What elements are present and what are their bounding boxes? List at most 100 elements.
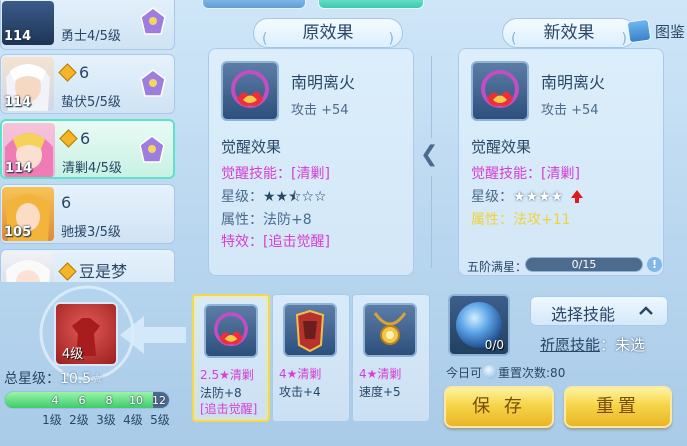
hero-row[interactable]: 114 勇士4/5级 [0,0,175,50]
total-star-label: 总星级： [4,371,60,387]
wish-skill: 祈愿技能：未选 [540,334,645,355]
rank-badge-icon [140,69,166,97]
tab-right[interactable] [318,0,424,9]
hero-row[interactable]: 105 6 驰援3/5级 [0,184,175,244]
star-row: 星级：★★★★ [471,186,584,206]
star-rating: ★★★★ [513,189,564,205]
star-tick: 8 [105,394,113,407]
hero-skill-icon[interactable]: 4级 [54,302,118,366]
slot-attribute: 法防+8 [200,386,242,400]
five-star-progress: 0/15 [525,257,643,272]
new-title: ( 新效果 ) [502,18,636,48]
awaken-section-title: 觉醒效果 [221,138,282,156]
divider [431,176,432,268]
item-icon [221,61,279,121]
amulet-icon [373,312,407,345]
reset-count-suffix: 重置次数:80 [498,366,566,380]
hero-type: 清剿4/5级 [62,161,122,176]
fire-ring-icon [231,70,269,108]
tujian-label: 图鉴 [655,23,686,41]
hero-skill-level: 4级 [62,347,84,362]
armor-icon [295,309,325,353]
star-gem-icon [59,129,78,148]
reset-count-prefix: 今日可 [446,366,483,380]
star-tick: 6 [78,394,86,407]
special-effect: 特效：[追击觉醒] [221,234,330,250]
tujian-button[interactable]: 图鉴 [624,18,687,46]
slot-star-skill: 4★清剿 [359,367,402,381]
total-star: 总星级：10.5☆ [4,368,104,388]
reset-count: 今日可 重置次数:80 [446,364,565,381]
bottom-area: 4级 总星级：10.5☆ 4 6 8 10 12 1级 2级 3级 4级 5级 … [0,282,687,446]
five-star-label: 五阶满星： [467,260,528,274]
awaken-skill: 觉醒技能：[清剿] [221,166,330,182]
star-tick: 4 [51,394,59,407]
hero-star: 6 [58,63,90,82]
hero-row[interactable]: 114 6 清剿4/5级 [0,119,175,179]
divider-curl-icon: ❮ [420,142,439,167]
hero-star-count: 6 [80,129,91,148]
wish-skill-link[interactable]: 祈愿技能 [540,336,600,354]
candidate-slot[interactable]: 2.5★清剿 法防+8 [追击觉醒] [192,294,270,422]
candidate-slot[interactable]: 4★清剿 速度+5 [352,294,430,422]
awakening-screen: 114 勇士4/5级 114 6 蛰伏5/5级 114 6 清剿4/5级 105… [0,0,687,446]
rank-badge-icon [140,7,166,35]
tab-left[interactable] [202,0,306,9]
item-name: 南明离火 [541,73,606,92]
slot-item-icon [283,303,337,357]
slot-star-skill: 2.5★清剿 [200,368,254,382]
chevron-up-icon [639,306,653,315]
slot-attribute: 攻击+4 [279,385,321,399]
item-icon [471,61,529,121]
hero-type: 驰援3/5级 [61,225,121,240]
hero-level: 114 [4,29,32,44]
crystal-orb-icon [483,365,498,379]
awaken-skill: 觉醒技能：[清剿] [471,166,580,182]
save-button[interactable]: 保 存 [444,386,554,428]
item-attack: 攻击 +54 [291,103,349,118]
star-tick: 12 [152,394,166,407]
slot-item-icon [363,303,417,357]
slot-attribute: 速度+5 [359,385,401,399]
star-row: 星级：★★⯪☆☆ [221,186,326,210]
item-attack: 攻击 +54 [541,103,599,118]
hero-level: 105 [4,225,32,240]
candidate-slot[interactable]: 4★清剿 攻击+4 [272,294,350,422]
info-icon[interactable]: ! [647,257,662,272]
rank-badge-icon [139,135,165,163]
arrow-left-icon [120,316,186,354]
hero-star: 6 [61,193,71,212]
hero-row[interactable]: 114 6 蛰伏5/5级 [0,54,175,114]
hero-star-count: 6 [79,63,90,82]
star-gem-icon [58,63,77,82]
hero-type: 蛰伏5/5级 [61,95,121,110]
book-icon [626,18,652,44]
fire-ring-icon [481,70,519,108]
upgrade-arrow-icon [571,190,584,203]
select-skill-button[interactable]: 选择技能 [530,296,668,326]
five-star-progress-text: 0/15 [571,258,597,271]
attribute: 属性：法防+8 [221,212,312,228]
orb-count: 0/0 [484,338,504,352]
item-name: 南明离火 [291,73,356,92]
hero-list[interactable]: 114 勇士4/5级 114 6 蛰伏5/5级 114 6 清剿4/5级 105… [0,0,176,282]
original-title-text: 原效果 [302,23,354,43]
star-tick: 10 [129,394,143,407]
hero-level: 114 [5,161,33,176]
wish-skill-value: ：未选 [600,336,646,354]
hero-avatar: 105 [2,187,54,241]
awaken-section-title: 觉醒效果 [471,138,532,156]
select-skill-label: 选择技能 [551,305,616,324]
hero-star: 6 [59,129,91,148]
total-star-bar: 4 6 8 10 12 [4,391,170,409]
hero-avatar: 114 [3,123,55,177]
star-rating: ★★⯪☆☆ [263,189,327,205]
divider [431,56,432,138]
star-level-label: 5级 [150,413,170,427]
total-star-value: 10.5☆ [60,371,104,387]
hero-type: 勇士4/5级 [61,29,121,44]
hero-avatar: 114 [2,57,54,111]
original-effect-panel: 南明离火 攻击 +54 觉醒效果 觉醒技能：[清剿] 星级：★★⯪☆☆ 属性：法… [208,48,414,276]
star-label: 星级： [471,189,513,205]
reset-button[interactable]: 重置 [564,386,672,428]
